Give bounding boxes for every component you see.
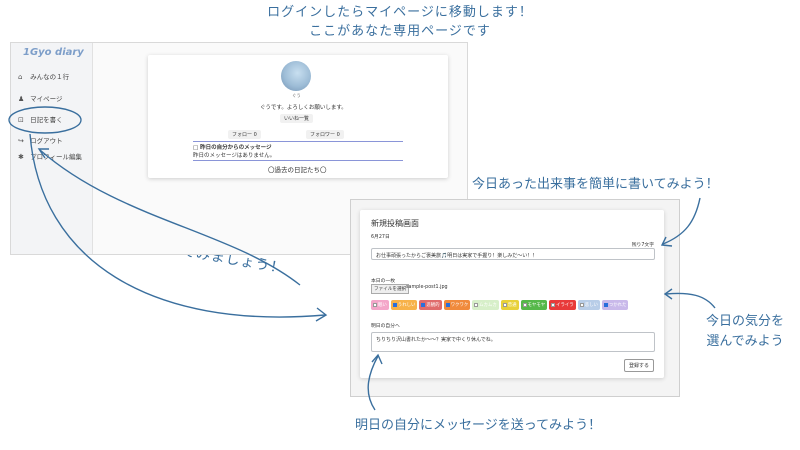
mood-checkbox[interactable] (522, 303, 527, 307)
arrow-head-icon (315, 307, 328, 322)
divider (193, 160, 403, 161)
sidebar-item-label: マイページ (30, 95, 63, 103)
divider (193, 141, 403, 142)
sidebar-item-label: 日記を書く (30, 116, 63, 124)
page-title: 新規投稿画面 (371, 219, 419, 228)
sidebar-item-write-diary[interactable]: ⊡ 日記を書く (18, 114, 63, 124)
mood-option[interactable]: 悲観的 (419, 300, 442, 310)
edit-icon: ⊡ (18, 116, 24, 124)
mood-option[interactable]: つかれた (601, 300, 629, 310)
sidebar-item-label: プロフィール編集 (30, 153, 82, 161)
profile-greeting: ぐうです。よろしくお願いします。 (260, 105, 347, 111)
file-select-button[interactable]: ファイルを選択 (371, 284, 410, 294)
likes-list-button[interactable]: いいね一覧 (280, 114, 314, 123)
mood-option[interactable]: 眠い (371, 300, 389, 310)
mood-selector: 眠い うれしい 悲観的 ワクワク ムカムカ 普通 モヤモヤ イライラ 悲しい つ… (371, 300, 629, 310)
annotation-mood-line2: 選んでみよう (706, 334, 784, 349)
mood-checkbox[interactable] (392, 303, 397, 307)
mood-checkbox[interactable] (421, 303, 426, 307)
message-body: 昨日のメッセージはありません。 (193, 153, 276, 159)
logout-icon: ↪ (18, 137, 24, 145)
sidebar-item-edit-profile[interactable]: ✱ プロフィール編集 (18, 153, 92, 162)
annotation-mypage-line2: ここがあなた専用ページです (309, 24, 491, 39)
mood-label: つかれた (608, 303, 627, 308)
photo-label: 本日の一枚 (371, 279, 395, 284)
mood-label: うれしい (397, 303, 416, 308)
mood-option[interactable]: 普通 (500, 300, 519, 310)
annotation-mood-line1: 今日の気分を (705, 314, 784, 329)
home-icon: ⌂ (18, 73, 23, 81)
mood-option[interactable]: 悲しい (577, 300, 600, 310)
message-heading: □ 昨日の自分からのメッセージ (193, 145, 272, 151)
annotation-choose-mood: 今日の気分を 選んでみよう (690, 312, 800, 352)
new-post-card: 新規投稿画面 6月27日 残り7文字 お仕事頑張ったからご褒美旅🎵明日は実家で手… (360, 210, 664, 378)
sidebar: 1Gyo diary ⌂ みんなの１行 ♟ マイページ ⊡ 日記を書く ↪ ログ… (11, 43, 93, 254)
sidebar-item-logout[interactable]: ↪ ログアウト (18, 135, 63, 145)
mood-label: 眠い (378, 303, 387, 308)
remaining-chars: 残り7文字 (631, 243, 654, 248)
mood-option[interactable]: ムカムカ (472, 300, 499, 310)
user-icon: ♟ (18, 95, 25, 103)
mood-checkbox[interactable] (551, 303, 556, 307)
follower-count[interactable]: フォロワー 0 (306, 130, 344, 139)
mood-checkbox[interactable] (603, 303, 608, 307)
annotation-mypage-intro: ログインしたらマイページに移動します！ ここがあなた専用ページです (0, 3, 800, 41)
mood-checkbox[interactable] (474, 303, 479, 307)
submit-button[interactable]: 登録する (623, 359, 654, 372)
mood-label: 悲しい (584, 303, 598, 308)
follow-count[interactable]: フォロー 0 (228, 130, 261, 139)
sidebar-item-label: ログアウト (30, 137, 63, 145)
mood-checkbox[interactable] (579, 303, 584, 307)
sidebar-item-mypage[interactable]: ♟ マイページ (18, 93, 62, 103)
sidebar-item-everyone[interactable]: ⌂ みんなの１行 (18, 71, 69, 81)
annotation-write-event: 今日あった出来事を簡単に書いてみよう！ (472, 177, 719, 192)
tomorrow-message-input[interactable]: ちりちり沢山書れたか〜〜？実家で中くり休んでね。 (371, 332, 655, 352)
past-diaries-link[interactable]: 〇過去の日記たち〇 (268, 164, 327, 174)
new-post-screenshot: 新規投稿画面 6月27日 残り7文字 お仕事頑張ったからご褒美旅🎵明日は実家で手… (350, 199, 680, 397)
mood-label: ムカムカ (479, 303, 497, 308)
username: ぐう (292, 94, 301, 99)
mood-checkbox[interactable] (502, 303, 507, 307)
mood-label: ワクワク (450, 303, 469, 308)
diary-text-input[interactable]: お仕事頑張ったからご褒美旅🎵明日は実家で手握り！楽しみだ〜い！！ (371, 248, 655, 260)
mood-option[interactable]: モヤモヤ (520, 300, 548, 310)
mood-option[interactable]: イライラ (549, 300, 576, 310)
sidebar-item-label: みんなの１行 (30, 73, 70, 81)
message-label: 明日の自分へ (371, 324, 400, 329)
profile-card: ぐう ぐうです。よろしくお願いします。 いいね一覧 フォロー 0 フォロワー 0… (148, 55, 448, 178)
mood-checkbox[interactable] (373, 303, 377, 307)
app-logo[interactable]: 1Gyo diary (23, 47, 84, 58)
post-date: 6月27日 (371, 235, 390, 240)
mood-option[interactable]: うれしい (390, 300, 418, 310)
annotation-mypage-line1: ログインしたらマイページに移動します！ (267, 5, 533, 20)
mood-label: モヤモヤ (527, 303, 546, 308)
gear-icon: ✱ (18, 153, 24, 161)
mood-option[interactable]: ワクワク (443, 300, 471, 310)
mood-checkbox[interactable] (445, 303, 450, 307)
mood-label: 悲観的 (426, 303, 440, 308)
mood-label: イライラ (556, 303, 574, 308)
annotation-message-tomorrow: 明日の自分にメッセージを送ってみよう！ (355, 418, 602, 433)
file-name: sample-post1.jpg (406, 285, 448, 290)
mood-label: 普通 (507, 303, 517, 308)
avatar (281, 61, 311, 91)
